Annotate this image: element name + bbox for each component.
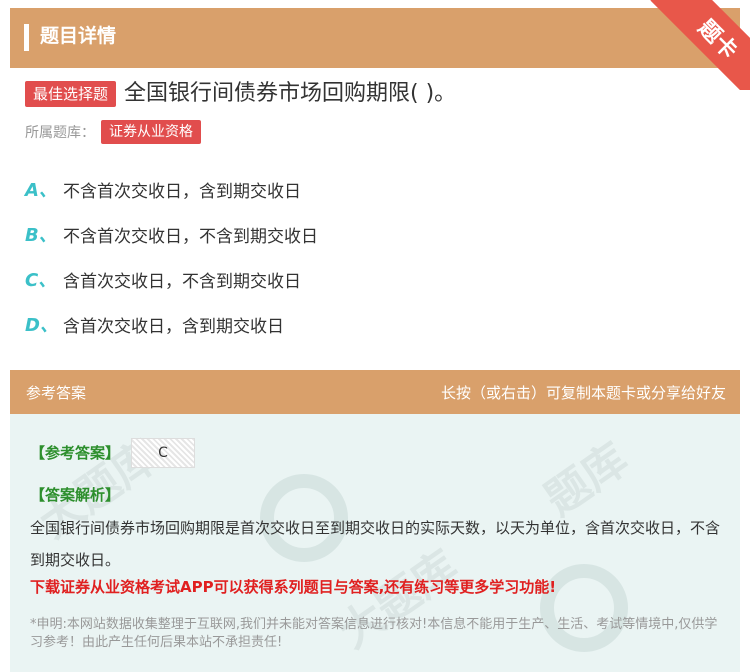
question-text: 全国银行间债券市场回购期限( )。 [124,81,457,106]
detail-header: 题目详情 [10,8,740,68]
corner-ribbon: 题卡 [640,0,750,90]
analysis-label: 【答案解析】 [30,486,121,504]
page-title: 题目详情 [40,25,117,47]
option-c[interactable]: C、 含首次交收日，不含到期交收日 [25,266,301,292]
ref-answer-value: C [131,438,195,468]
question-bank-line: 所属题库： 证券从业资格 [25,120,201,144]
question-line: 最佳选择题 全国银行间债券市场回购期限( )。 [25,80,456,108]
option-letter: C、 [25,270,57,291]
question-bank-label: 所属题库： [25,125,95,141]
answer-section-title: 参考答案 [26,384,87,402]
answer-body: 大题库 大题库 题库 【参考答案】 C 【答案解析】 全国银行间债券市场回购期限… [10,414,740,672]
answer-header: 参考答案 长按（或右击）可复制本题卡或分享给好友 [10,370,740,414]
corner-ribbon-label: 题卡 [692,15,742,65]
option-letter: B、 [25,225,57,246]
analysis-text: 全国银行间债券市场回购期限是首次交收日至到期交收日的实际天数，以天为单位，含首次… [30,519,721,569]
question-bank-tag[interactable]: 证券从业资格 [101,120,201,144]
download-promo-link[interactable]: 下载证券从业资格考试APP可以获得系列题目与答案,还有练习等更多学习功能! [30,576,556,597]
option-text: 不含首次交收日，含到期交收日 [63,181,301,202]
option-letter: D、 [25,315,58,336]
option-text: 含首次交收日，含到期交收日 [63,316,284,337]
question-type-tag: 最佳选择题 [25,81,117,107]
option-b[interactable]: B、 不含首次交收日，不含到期交收日 [25,221,318,247]
option-text: 不含首次交收日，不含到期交收日 [63,226,318,247]
header-accent-bar [24,24,29,51]
option-a[interactable]: A、 不含首次交收日，含到期交收日 [25,176,301,202]
disclaimer-text: *申明:本网站数据收集整理于互联网,我们并未能对答案信息进行核对!本信息不能用于… [30,617,718,650]
option-d[interactable]: D、 含首次交收日，含到期交收日 [25,311,284,337]
share-hint: 长按（或右击）可复制本题卡或分享给好友 [440,384,726,402]
ref-answer-label: 【参考答案】 [30,444,121,462]
option-letter: A、 [25,180,57,201]
option-text: 含首次交收日，不含到期交收日 [63,271,301,292]
